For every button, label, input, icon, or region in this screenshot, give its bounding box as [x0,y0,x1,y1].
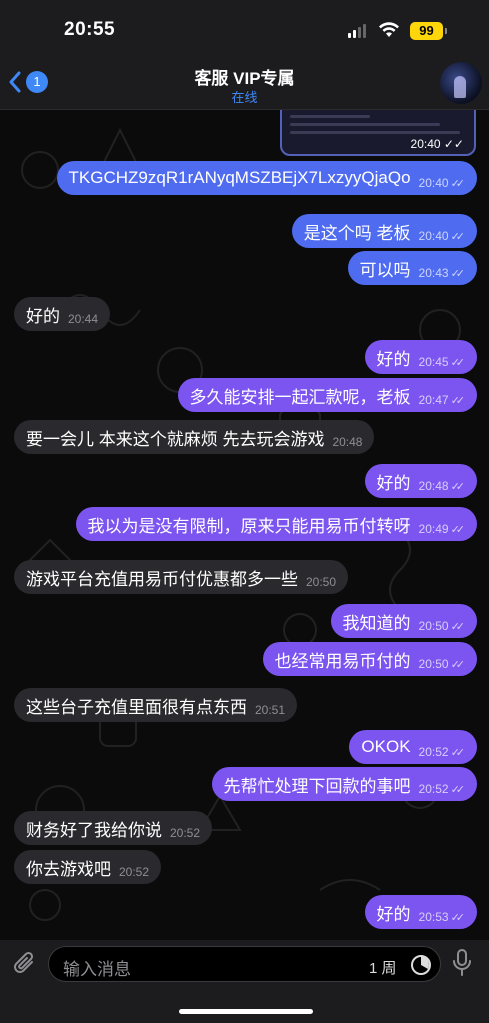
read-check-icon: ✓✓ [450,620,466,633]
image-message[interactable]: 20:40 ✓✓ [280,110,476,156]
outgoing-message[interactable]: 也经常用易币付的 20:50 ✓✓ [262,642,477,676]
outgoing-message[interactable]: 好的 20:45 ✓✓ [364,340,477,374]
input-bar: 输入消息 1 周 [0,940,489,1023]
outgoing-message[interactable]: 好的 20:48 ✓✓ [364,464,477,498]
message-text: 要一会儿 本来这个就麻烦 先去玩会游戏 [26,429,325,449]
message-text: 好的 [26,306,60,326]
message-time: 20:48 [332,435,363,449]
read-check-icon: ✓✓ [450,177,466,190]
outgoing-message[interactable]: 先帮忙处理下回款的事吧 20:52 ✓✓ [211,767,477,801]
read-check-icon: ✓✓ [450,267,466,280]
contact-avatar[interactable] [440,62,482,104]
status-bar: 20:55 99 [0,0,489,54]
message-text: 游戏平台充值用易币付优惠都多一些 [26,569,298,589]
outgoing-message[interactable]: 可以吗 20:43 ✓✓ [347,251,477,285]
message-text: OKOK [361,737,411,756]
message-time: 20:52 ✓✓ [418,745,466,759]
outgoing-message[interactable]: TKGCHZ9zqR1rANyqMSZBEjX7LxzyyQjaQo 20:40 ✓… [56,161,477,195]
read-check-icon: ✓✓ [450,356,466,369]
self-destruct-label[interactable]: 1 周 [369,957,397,978]
chat-header: 1 客服 VIP专属 在线 [0,54,489,110]
message-time: 20:40 ✓✓ [418,176,466,190]
incoming-message[interactable]: 财务好了我给你说 20:52 [14,811,213,845]
message-time: 20:51 [255,703,286,717]
message-time: 20:43 ✓✓ [418,266,466,280]
message-text: TKGCHZ9zqR1rANyqMSZBEjX7LxzyyQjaQo [68,168,411,187]
message-text: 财务好了我给你说 [26,820,162,840]
message-input[interactable]: 输入消息 1 周 [48,946,441,982]
outgoing-message[interactable]: 多久能安排一起汇款呢，老板 20:47 ✓✓ [177,378,477,412]
message-text: 可以吗 [359,260,411,280]
chat-status: 在线 [231,90,258,105]
message-text: 也经常用易币付的 [274,651,411,671]
microphone-icon[interactable] [452,948,472,978]
message-text: 我知道的 [342,613,411,633]
message-text: 我以为是没有限制，原来只能用易币付转呀 [87,516,411,536]
cellular-signal-icon [348,24,366,38]
outgoing-message[interactable]: 我以为是没有限制，原来只能用易币付转呀 20:49 ✓✓ [75,507,477,541]
attachment-icon[interactable] [12,950,38,978]
incoming-message[interactable]: 你去游戏吧 20:52 [14,850,162,884]
message-text: 是这个吗 老板 [303,223,411,243]
read-check-icon: ✓✓ [450,480,466,493]
outgoing-message[interactable]: 好的 20:53 ✓✓ [364,895,477,929]
status-time: 20:55 [64,19,116,40]
read-check-icon: ✓✓ [450,746,466,759]
message-time: 20:40 ✓✓ [418,229,466,243]
message-text: 先帮忙处理下回款的事吧 [223,776,411,796]
incoming-message[interactable]: 要一会儿 本来这个就麻烦 先去玩会游戏 20:48 [14,420,375,454]
message-time: 20:49 ✓✓ [418,522,466,536]
message-time: 20:44 [68,312,99,326]
timer-icon[interactable] [409,953,433,977]
message-text: 这些台子充值里面很有点东西 [26,697,247,717]
message-time: 20:50 [306,575,337,589]
message-list[interactable]: 20:40 ✓✓ TKGCHZ9zqR1rANyqMSZBEjX7LxzyyQj… [0,110,489,940]
message-text: 好的 [376,349,411,369]
outgoing-message[interactable]: OKOK 20:52 ✓✓ [349,730,477,764]
message-text: 你去游戏吧 [26,859,111,879]
incoming-message[interactable]: 游戏平台充值用易币付优惠都多一些 20:50 [14,560,349,594]
message-time: 20:52 [170,826,201,840]
home-indicator [179,1009,313,1014]
chat-title[interactable]: 客服 VIP专属 [0,64,489,89]
message-time: 20:48 ✓✓ [418,479,466,493]
read-check-icon: ✓✓ [450,658,466,671]
read-check-icon: ✓✓ [450,230,466,243]
message-placeholder: 输入消息 [63,960,131,979]
message-time: 20:52 ✓✓ [418,782,466,796]
message-text: 多久能安排一起汇款呢，老板 [189,387,411,407]
read-check-icon: ✓✓ [450,783,466,796]
message-time: 20:52 [119,865,150,879]
outgoing-message[interactable]: 我知道的 20:50 ✓✓ [330,604,477,638]
wifi-icon [379,22,399,37]
message-time: 20:50 ✓✓ [418,619,466,633]
incoming-message[interactable]: 好的 20:44 [14,297,111,331]
incoming-message[interactable]: 这些台子充值里面很有点东西 20:51 [14,688,298,722]
message-text: 好的 [376,473,411,493]
message-time: 20:53 ✓✓ [418,910,466,924]
message-time: 20:40 ✓✓ [410,137,464,151]
battery-icon: 99 [410,22,447,40]
message-time: 20:50 ✓✓ [418,657,466,671]
outgoing-message[interactable]: 是这个吗 老板 20:40 ✓✓ [291,214,477,248]
message-time: 20:45 ✓✓ [418,355,466,369]
read-check-icon: ✓✓ [450,523,466,536]
message-text: 好的 [376,904,411,924]
message-time: 20:47 ✓✓ [418,393,466,407]
read-check-icon: ✓✓ [450,911,466,924]
read-check-icon: ✓✓ [450,394,466,407]
